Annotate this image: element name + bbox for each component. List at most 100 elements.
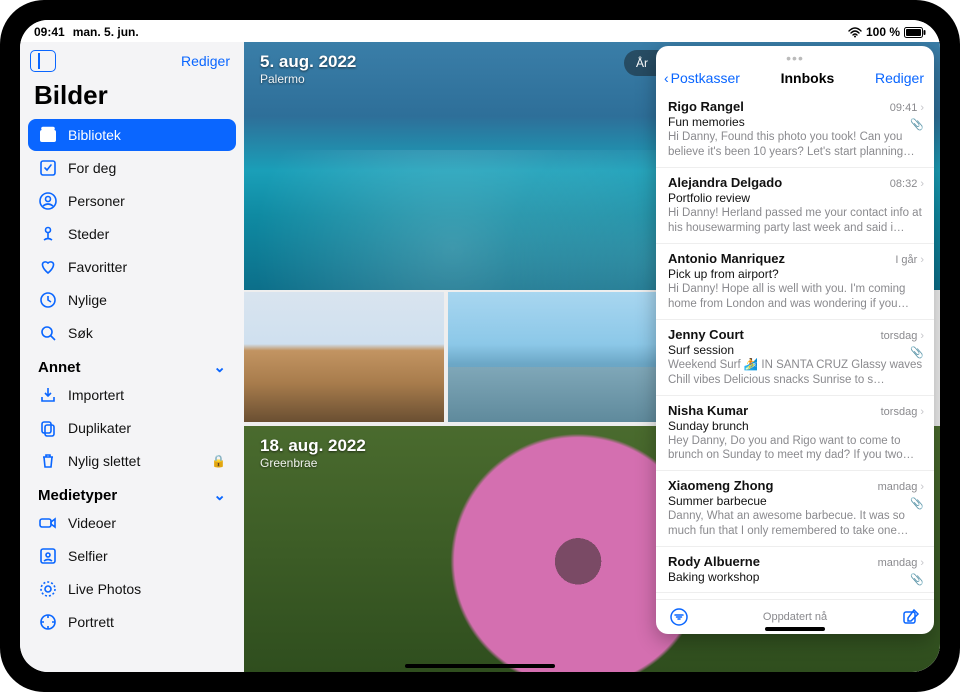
sidebar-item-label: Videoer	[68, 515, 116, 531]
sidebar-item-label: Duplikater	[68, 420, 131, 436]
sidebar-item-favorites[interactable]: Favoritter	[28, 251, 236, 283]
sidebar-item-people[interactable]: Personer	[28, 185, 236, 217]
sidebar-item-library[interactable]: Bibliotek	[28, 119, 236, 151]
mail-subject: Baking workshop	[668, 570, 924, 584]
status-time: 09:41	[34, 25, 65, 39]
person-icon	[38, 191, 58, 211]
sidebar-section-other[interactable]: Annet ⌄	[28, 350, 236, 378]
segment-year[interactable]: År	[626, 52, 658, 74]
mail-sender: Antonio Manriquez	[668, 251, 785, 266]
selfie-icon	[38, 546, 58, 566]
chevron-right-icon: ›	[920, 481, 924, 493]
mail-preview: Hi Danny! Hope all is well with you. I'm…	[668, 282, 924, 312]
mail-item[interactable]: Jenny Courttorsdag ›Surf sessionWeekend …	[656, 320, 934, 396]
places-icon	[38, 224, 58, 244]
mail-time: 09:41 ›	[890, 102, 924, 114]
sidebar-item-portrait[interactable]: Portrett	[28, 606, 236, 638]
sidebar-item-livephotos[interactable]: Live Photos	[28, 573, 236, 605]
trash-icon	[38, 451, 58, 471]
clock-icon	[38, 290, 58, 310]
foryou-icon	[38, 158, 58, 178]
mail-status-text: Oppdatert nå	[763, 611, 827, 623]
chevron-right-icon: ›	[920, 254, 924, 266]
mail-subject: Surf session	[668, 343, 924, 357]
mail-item[interactable]: Alejandra Delgado08:32 ›Portfolio review…	[656, 168, 934, 244]
mail-back-button[interactable]: ‹ Postkasser	[664, 70, 740, 86]
mail-item[interactable]: Antonio Manriquez I går ›Pick up from air…	[656, 244, 934, 320]
sidebar-item-duplicates[interactable]: Duplikater	[28, 412, 236, 444]
home-indicator[interactable]	[405, 664, 555, 668]
chevron-right-icon: ›	[920, 330, 924, 342]
mail-time: mandag ›	[878, 557, 924, 569]
sidebar-item-deleted[interactable]: Nylig slettet 🔒	[28, 445, 236, 477]
mail-time: torsdag ›	[881, 406, 924, 418]
sidebar-item-search[interactable]: Søk	[28, 317, 236, 349]
chevron-down-icon: ⌄	[213, 358, 226, 376]
sidebar-section-media[interactable]: Medietyper ⌄	[28, 478, 236, 506]
video-icon	[38, 513, 58, 533]
sidebar-item-label: Favoritter	[68, 259, 127, 275]
mail-time: I går ›	[895, 254, 924, 266]
photo-grid[interactable]: 5. aug. 2022 Palermo 18. aug. 2022 Green…	[244, 42, 940, 672]
livephoto-icon	[38, 579, 58, 599]
ipad-frame: 09:41 man. 5. jun. 100 % Rediger	[0, 0, 960, 692]
slideover-handle[interactable]	[765, 627, 825, 631]
mail-item[interactable]: Xiaomeng Zhongmandag ›Summer barbecueDan…	[656, 471, 934, 547]
mail-sender: Rody Albuerne	[668, 554, 760, 569]
duplicates-icon	[38, 418, 58, 438]
sidebar: Rediger Bilder Bibliotek For deg	[20, 42, 244, 672]
sidebar-item-label: Live Photos	[68, 581, 141, 597]
search-icon	[38, 323, 58, 343]
mail-item[interactable]: Nisha Kumartorsdag ›Sunday brunchHey Dan…	[656, 396, 934, 472]
sidebar-item-label: Steder	[68, 226, 109, 242]
photo-group-header-1[interactable]: 5. aug. 2022 Palermo	[260, 52, 356, 86]
sidebar-item-recent[interactable]: Nylige	[28, 284, 236, 316]
sidebar-item-label: Personer	[68, 193, 125, 209]
import-icon	[38, 385, 58, 405]
sidebar-edit-button[interactable]: Rediger	[181, 53, 230, 69]
mail-subject: Fun memories	[668, 115, 924, 129]
mail-edit-button[interactable]: Rediger	[875, 70, 924, 86]
sidebar-item-label: For deg	[68, 160, 116, 176]
mail-item[interactable]: Rody Albuernemandag ›Baking workshop📎	[656, 547, 934, 593]
mail-time: 08:32 ›	[890, 178, 924, 190]
mail-subject: Pick up from airport?	[668, 267, 924, 281]
sidebar-item-label: Selfier	[68, 548, 108, 564]
slideover-grip-icon[interactable]: •••	[786, 50, 804, 66]
library-icon	[38, 125, 58, 145]
photo-cliff[interactable]	[244, 292, 444, 422]
mail-compose-button[interactable]	[900, 606, 922, 628]
chevron-right-icon: ›	[920, 557, 924, 569]
mail-back-label: Postkasser	[671, 70, 740, 86]
mail-time: mandag ›	[878, 481, 924, 493]
battery-percent: 100 %	[866, 25, 900, 39]
status-date: man. 5. jun.	[73, 25, 139, 39]
attachment-icon: 📎	[910, 118, 924, 131]
sidebar-item-selfies[interactable]: Selfier	[28, 540, 236, 572]
mail-filter-button[interactable]	[668, 606, 690, 628]
sidebar-item-videos[interactable]: Videoer	[28, 507, 236, 539]
sidebar-item-imported[interactable]: Importert	[28, 379, 236, 411]
portrait-icon	[38, 612, 58, 632]
sidebar-item-label: Portrett	[68, 614, 114, 630]
sidebar-item-foryou[interactable]: For deg	[28, 152, 236, 184]
sidebar-item-label: Nylige	[68, 292, 107, 308]
section-label: Medietyper	[38, 487, 117, 504]
mail-slideover[interactable]: ••• ‹ Postkasser Innboks Rediger Rigo Ra…	[656, 46, 934, 634]
mail-item[interactable]: Rigo Rangel09:41 ›Fun memoriesHi Danny, …	[656, 92, 934, 168]
mail-sender: Jenny Court	[668, 327, 744, 342]
photo-group-header-2[interactable]: 18. aug. 2022 Greenbrae	[260, 436, 366, 470]
lock-icon: 🔒	[211, 454, 226, 468]
mail-preview: Hi Danny! Herland passed me your contact…	[668, 206, 924, 236]
sidebar-item-places[interactable]: Steder	[28, 218, 236, 250]
section-label: Annet	[38, 359, 81, 376]
mail-list[interactable]: Rigo Rangel09:41 ›Fun memoriesHi Danny, …	[656, 92, 934, 599]
heart-icon	[38, 257, 58, 277]
wifi-icon	[848, 27, 862, 38]
photo-date: 18. aug. 2022	[260, 436, 366, 456]
sidebar-toggle-button[interactable]	[30, 50, 56, 72]
sidebar-item-label: Søk	[68, 325, 93, 341]
mail-sender: Nisha Kumar	[668, 403, 748, 418]
attachment-icon: 📎	[910, 497, 924, 510]
photo-place: Greenbrae	[260, 456, 366, 470]
